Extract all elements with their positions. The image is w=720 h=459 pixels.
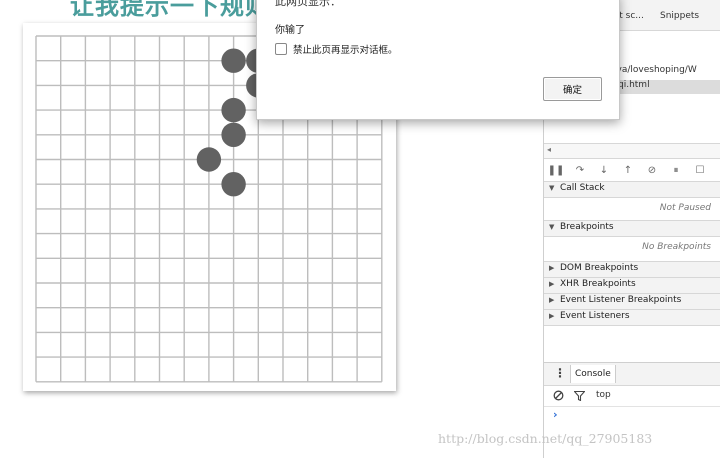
breakpoints-status: No Breakpoints [642,242,711,252]
dom-breakpoints-header[interactable]: ▶ DOM Breakpoints [544,261,720,278]
tab-console[interactable]: Console [570,365,616,383]
call-stack-status: Not Paused [659,203,711,213]
call-stack-header[interactable]: ▼ Call Stack [544,181,720,198]
collapsed-triangle-icon: ▶ [549,296,555,304]
clear-console-icon[interactable] [553,390,564,401]
scroll-left-icon[interactable]: ◂ [547,145,551,154]
expanded-triangle-icon: ▼ [549,184,555,192]
breakpoints-label: Breakpoints [560,222,614,232]
pause-on-exceptions-icon[interactable]: ⏸ [664,165,688,176]
filter-icon[interactable] [574,391,585,401]
drawer-tabs: ⋮ Console [544,363,720,386]
file-tree-file-selected[interactable]: qi.html [604,80,720,94]
step-into-icon[interactable]: ↓ [592,165,616,176]
pause-icon[interactable]: ❚❚ [544,165,568,176]
black-stone[interactable] [221,97,246,123]
deactivate-breakpoints-icon[interactable]: ⊘ [640,165,664,176]
context-select[interactable]: top [596,390,611,400]
step-out-icon[interactable]: ↑ [616,165,640,176]
watermark: http://blog.csdn.net/qq_27905183 [438,431,653,446]
suppress-label: 禁止此页再显示对话框。 [293,45,398,56]
tab-snippets[interactable]: Snippets [660,11,699,21]
event-listeners-label: Event Listeners [560,311,630,321]
event-listeners-header[interactable]: ▶ Event Listeners [544,309,720,326]
async-checkbox-icon[interactable]: ☐ [688,165,712,176]
dom-breakpoints-label: DOM Breakpoints [560,263,639,273]
black-stone[interactable] [221,122,246,147]
dialog-title: 此网页显示： [275,0,341,8]
collapsed-triangle-icon: ▶ [549,280,555,288]
black-stone[interactable] [196,147,222,172]
drawer-menu-icon[interactable]: ⋮ [554,366,566,380]
collapsed-triangle-icon: ▶ [549,312,555,320]
black-stone[interactable] [221,172,246,197]
console-toolbar: top [544,386,720,407]
black-stone[interactable] [221,48,246,73]
horizontal-scrollbar[interactable]: ◂ [544,143,720,159]
collapsed-triangle-icon: ▶ [549,264,555,272]
debugger-toolbar: ❚❚ ↷ ↓ ↑ ⊘ ⏸ ☐ [544,159,720,182]
ok-button[interactable]: 确定 [543,77,602,101]
event-listener-breakpoints-header[interactable]: ▶ Event Listener Breakpoints [544,293,720,310]
suppress-dialogs-option[interactable]: 禁止此页再显示对话框。 [275,42,398,56]
expanded-triangle-icon: ▼ [549,223,555,231]
event-listener-breakpoints-label: Event Listener Breakpoints [560,295,682,305]
breakpoints-header[interactable]: ▼ Breakpoints [544,220,720,237]
call-stack-label: Call Stack [560,183,605,193]
step-over-icon[interactable]: ↷ [568,165,592,176]
suppress-checkbox[interactable] [275,43,287,55]
xhr-breakpoints-header[interactable]: ▶ XHR Breakpoints [544,277,720,294]
console-prompt-icon[interactable]: › [553,408,558,421]
alert-dialog: 此网页显示： 你输了 禁止此页再显示对话框。 确定 [256,0,620,120]
dialog-message: 你输了 [275,25,305,36]
xhr-breakpoints-label: XHR Breakpoints [560,279,636,289]
